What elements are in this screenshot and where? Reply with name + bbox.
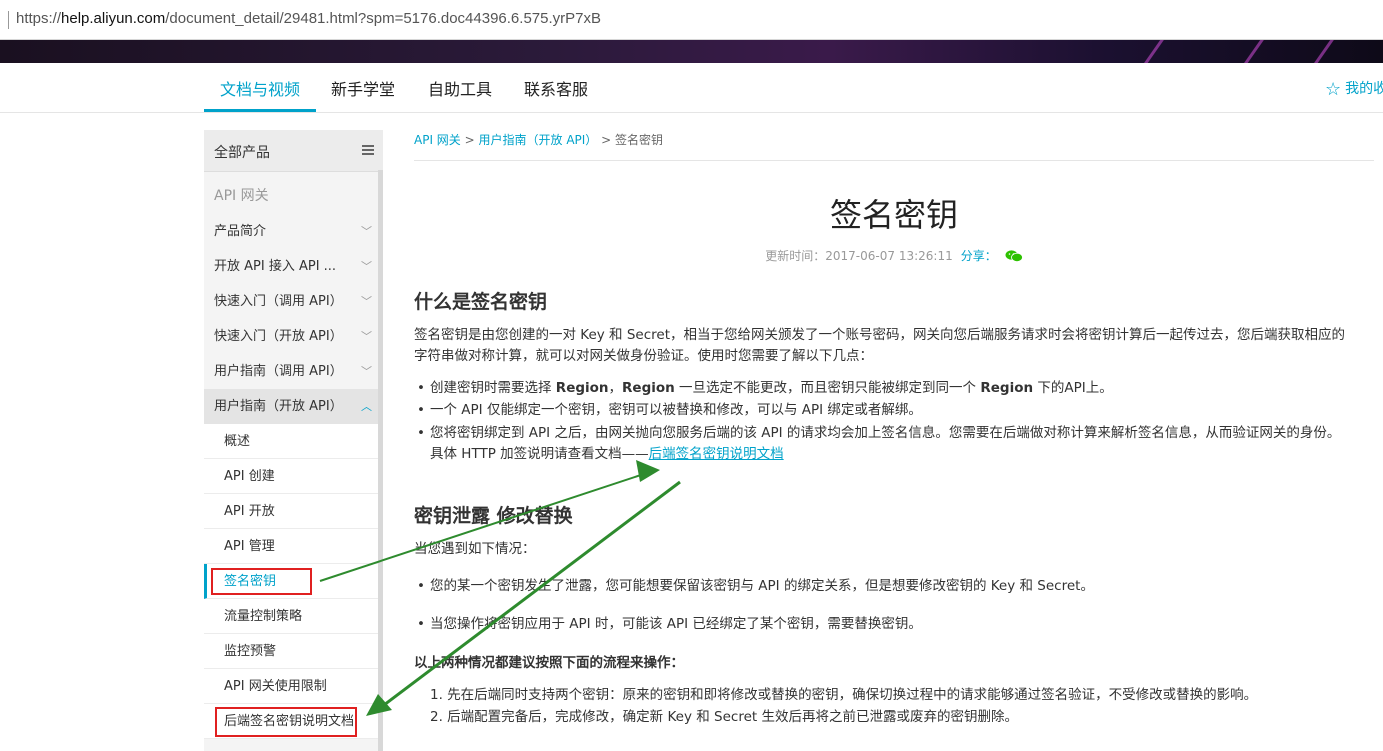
chevron-up-icon: ︿: [361, 400, 372, 413]
sidebar-child-monitoring[interactable]: 监控预警: [204, 634, 380, 669]
procedure-intro: 以上两种情况都建议按照下面的流程来操作：: [414, 655, 684, 671]
annotation-box-backend-doc: [215, 707, 357, 737]
updated-time: 更新时间：2017-06-07 13:26:11: [765, 249, 953, 263]
sidebar-child-api-create[interactable]: API 创建: [204, 459, 380, 494]
all-products-label: 全部产品: [214, 145, 270, 161]
sidebar-scrollbar[interactable]: [378, 170, 383, 751]
chevron-down-icon: ﹀: [361, 295, 372, 308]
sidebar-child-overview[interactable]: 概述: [204, 424, 380, 459]
backend-signature-doc-link[interactable]: 后端签名密钥说明文档: [649, 446, 784, 462]
intro-line-2: 字符串做对称计算，就可以对网关做身份验证。使用时您需要了解以下几点：: [414, 348, 873, 364]
article-meta: 更新时间：2017-06-07 13:26:11 分享：: [414, 247, 1374, 264]
main-nav: 文档与视频 新手学堂 自助工具 联系客服 ☆ 我的收: [0, 63, 1383, 113]
list-item: 当您操作将密钥应用于 API 时，可能该 API 已经绑定了某个密钥，需要替换密…: [414, 614, 922, 635]
divider: [414, 160, 1374, 161]
tab-docs-videos[interactable]: 文档与视频: [220, 76, 300, 100]
active-tab-indicator: [204, 109, 316, 112]
chevron-down-icon: ﹀: [361, 260, 372, 273]
banner-decoration: [1305, 40, 1338, 63]
list-item: 创建密钥时需要选择 Region，Region 一旦选定不能更改，而且密钥只能被…: [414, 378, 1113, 399]
list-item: 您将密钥绑定到 API 之后，由网关抛向您服务后端的该 API 的请求均会加上签…: [414, 423, 1340, 444]
share-label: 分享：: [960, 249, 997, 263]
intro-line-1: 签名密钥是由您创建的一对 Key 和 Secret，相当于您给网关颁发了一个账号…: [414, 327, 1345, 343]
chevron-down-icon: ﹀: [361, 225, 372, 238]
breadcrumb-separator: >: [597, 133, 615, 147]
breadcrumb-current: 签名密钥: [615, 133, 664, 147]
banner-decoration: [1235, 40, 1268, 63]
menu-icon[interactable]: [362, 145, 374, 155]
section-heading-what-is: 什么是签名密钥: [414, 291, 548, 313]
wechat-icon[interactable]: [1005, 250, 1023, 262]
sidebar-item-open-api-access[interactable]: 开放 API 接入 API ... ﹀: [204, 249, 380, 284]
banner-decoration: [1135, 40, 1168, 63]
url-host: help.aliyun.com: [61, 10, 166, 27]
tab-beginner[interactable]: 新手学堂: [331, 76, 395, 100]
address-bar[interactable]: https://help.aliyun.com/document_detail/…: [0, 0, 1383, 40]
chevron-down-icon: ﹀: [361, 330, 372, 343]
tab-self-service[interactable]: 自助工具: [428, 76, 492, 100]
breadcrumb-link-guide[interactable]: 用户指南（开放 API）: [479, 133, 598, 147]
sidebar-item-guide-call[interactable]: 用户指南（调用 API） ﹀: [204, 354, 380, 389]
sidebar-item-product-intro[interactable]: 产品简介 ﹀: [204, 214, 380, 249]
sidebar-child-api-manage[interactable]: API 管理: [204, 529, 380, 564]
sidebar-child-limits[interactable]: API 网关使用限制: [204, 669, 380, 704]
breadcrumb-separator: >: [460, 133, 479, 147]
annotation-box-signature-key: [211, 568, 312, 595]
sidebar-item-guide-open[interactable]: 用户指南（开放 API） ︿: [204, 389, 380, 424]
page-title: 签名密钥: [829, 196, 958, 234]
section-heading-leak: 密钥泄露 修改替换: [414, 505, 573, 527]
star-icon: ☆: [1325, 79, 1342, 100]
url-scheme: https://: [16, 10, 62, 27]
sidebar-item-quickstart-open[interactable]: 快速入门（开放 API） ﹀: [204, 319, 380, 354]
http-signature-note: 具体 HTTP 加签说明请查看文档——后端签名密钥说明文档: [430, 446, 784, 462]
top-banner: [0, 40, 1383, 63]
product-name: API 网关: [214, 188, 269, 204]
step-2: 2. 后端配置完备后，完成修改，确定新 Key 和 Secret 生效后再将之前…: [430, 709, 1018, 725]
breadcrumb: API 网关 > 用户指南（开放 API） > 签名密钥: [414, 131, 663, 148]
when-text: 当您遇到如下情况：: [414, 541, 536, 557]
tab-contact[interactable]: 联系客服: [524, 76, 588, 100]
list-item: 您的某一个密钥发生了泄露，您可能想要保留该密钥与 API 的绑定关系，但是想要修…: [414, 576, 1094, 597]
sidebar-child-api-open[interactable]: API 开放: [204, 494, 380, 529]
step-1: 1. 先在后端同时支持两个密钥：原来的密钥和即将修改或替换的密钥，确保切换过程中…: [430, 687, 1258, 703]
sidebar: 全部产品 API 网关 产品简介 ﹀ 开放 API 接入 API ... ﹀ 快速入…: [204, 130, 383, 751]
url-path: /document_detail/29481.html?spm=5176.doc…: [165, 10, 601, 27]
list-item: 一个 API 仅能绑定一个密钥，密钥可以被替换和修改，可以与 API 绑定或者解…: [414, 400, 922, 421]
breadcrumb-link-api-gateway[interactable]: API 网关: [414, 133, 461, 147]
chevron-down-icon: ﹀: [361, 365, 372, 378]
url-text[interactable]: https://help.aliyun.com/document_detail/…: [16, 10, 601, 27]
favorites-label: 我的收: [1345, 81, 1383, 97]
sidebar-header[interactable]: 全部产品: [204, 130, 383, 172]
favorites-link[interactable]: ☆ 我的收: [1325, 78, 1383, 100]
sidebar-child-flow-control[interactable]: 流量控制策略: [204, 599, 380, 634]
sidebar-item-quickstart-call[interactable]: 快速入门（调用 API） ﹀: [204, 284, 380, 319]
address-divider: [8, 11, 9, 29]
